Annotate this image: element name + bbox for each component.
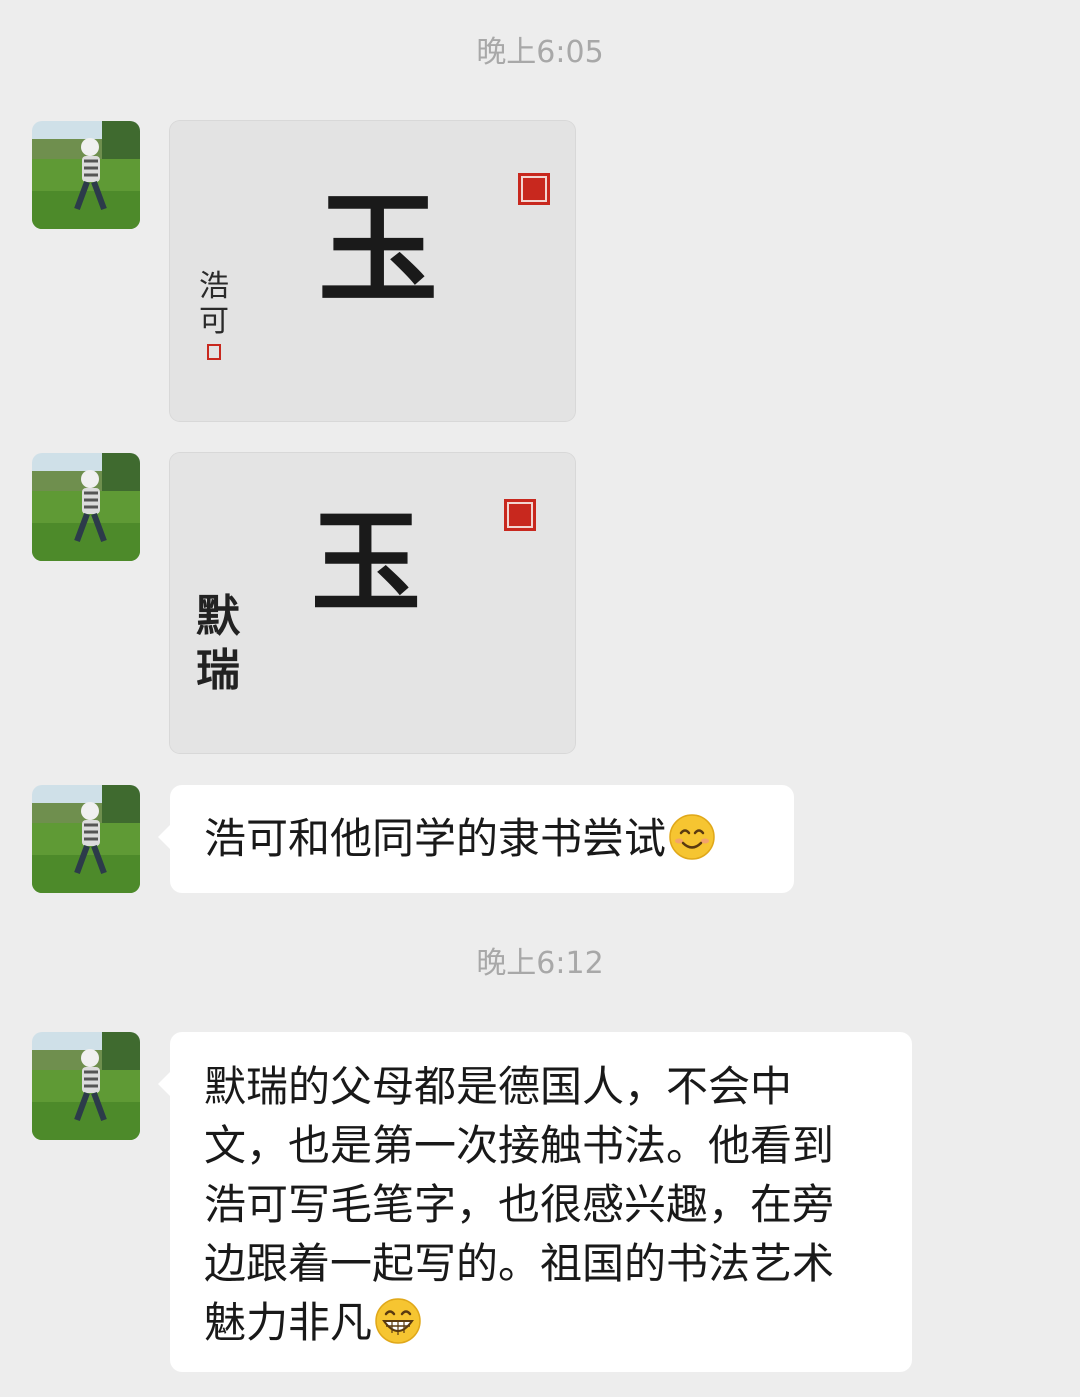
message-line: 魅力非凡	[204, 1298, 373, 1347]
timestamp: 晚上6:05	[476, 35, 604, 70]
calligraphy-signature-char: 瑞	[196, 645, 240, 696]
message-bubble[interactable]: 浩可和他同学的隶书尝试	[158, 785, 794, 893]
calligraphy-signature-char: 可	[199, 304, 229, 339]
grinning-face-emoji	[375, 1298, 421, 1344]
message-line: 浩可写毛笔字，也很感兴趣，在旁	[204, 1180, 835, 1229]
message-text: 浩可和他同学的隶书尝试	[204, 814, 667, 863]
avatar[interactable]	[32, 453, 140, 561]
message-line: 文，也是第一次接触书法。他看到	[204, 1121, 835, 1170]
smiling-face-emoji	[669, 814, 715, 860]
calligraphy-signature-char: 浩	[199, 269, 229, 304]
calligraphy-signature-char: 默	[196, 591, 241, 642]
message-line: 默瑞的父母都是德国人，不会中	[204, 1062, 793, 1111]
calligraphy-image[interactable]: 玉 默 瑞	[170, 453, 575, 753]
calligraphy-main-character: 玉	[318, 179, 438, 320]
avatar[interactable]	[32, 785, 140, 893]
message-bubble[interactable]: 默瑞的父母都是德国人，不会中 文，也是第一次接触书法。他看到 浩可写毛笔字，也很…	[158, 1032, 912, 1372]
timestamp: 晚上6:12	[476, 946, 604, 981]
avatar[interactable]	[32, 1032, 140, 1140]
avatar[interactable]	[32, 121, 140, 229]
calligraphy-main-character: 玉	[311, 498, 421, 627]
calligraphy-image[interactable]: 玉 浩 可	[170, 121, 575, 421]
message-line: 边跟着一起写的。祖国的书法艺术	[204, 1239, 835, 1288]
